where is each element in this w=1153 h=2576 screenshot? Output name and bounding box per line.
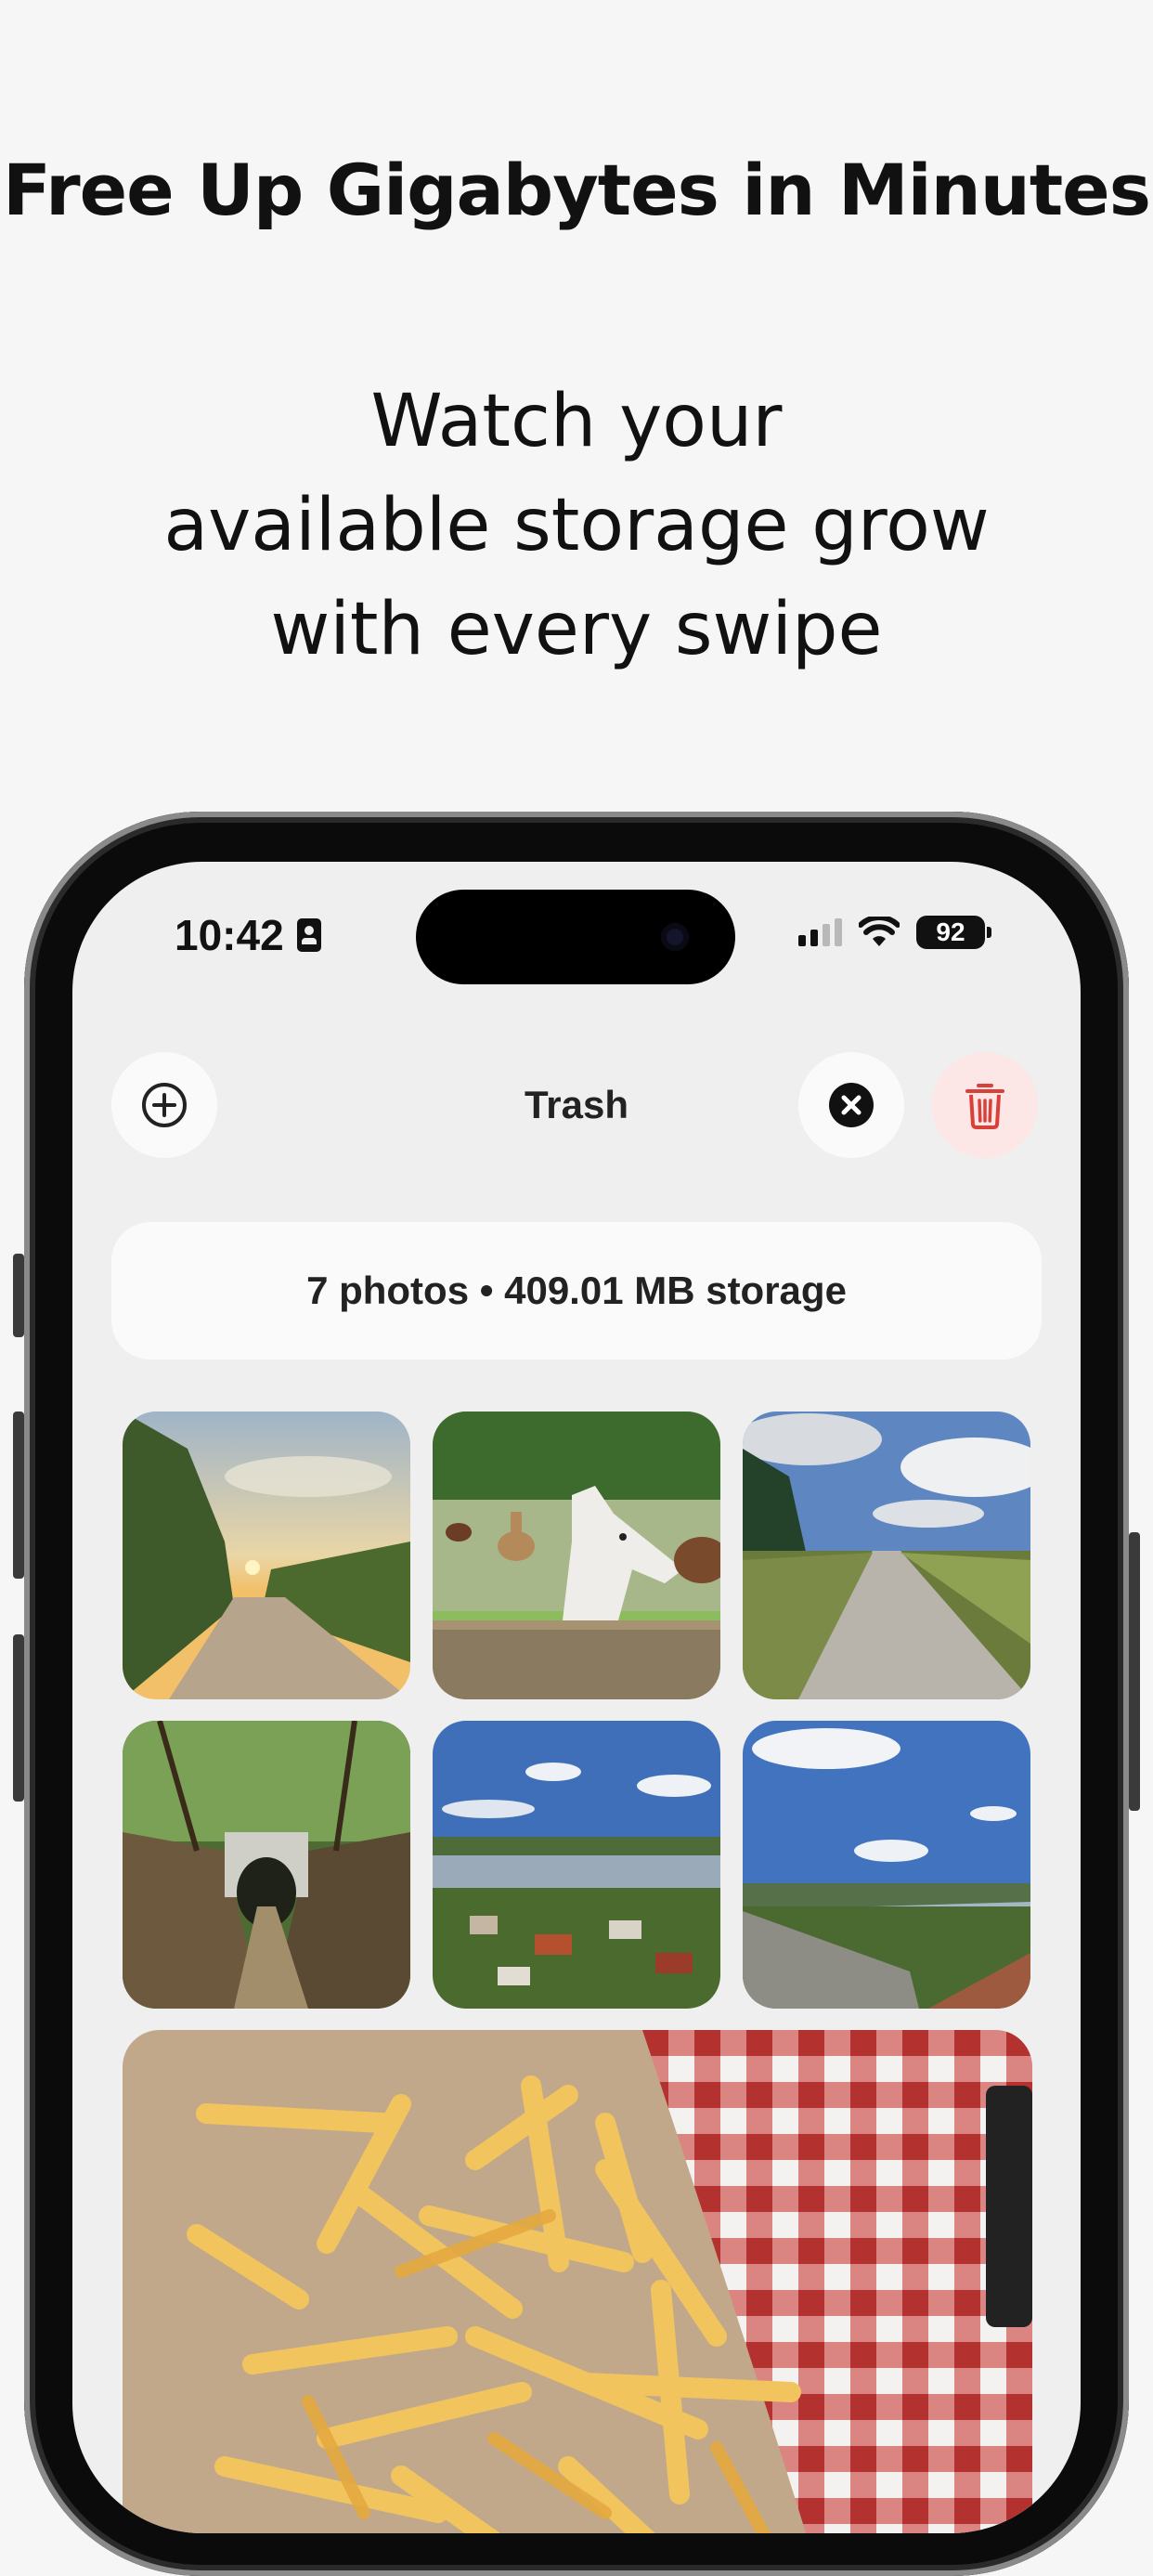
promo-subline-3: with every swipe <box>270 588 883 671</box>
cellular-signal-icon <box>798 918 842 946</box>
sunset-path-photo[interactable] <box>123 1412 410 1699</box>
phone-volume-down-button <box>13 1634 24 1802</box>
promo-subline: Watch your available storage grow with e… <box>0 370 1153 682</box>
battery-icon: 92 <box>916 916 991 949</box>
promo-subline-1: Watch your <box>370 380 783 463</box>
clear-trash-button[interactable] <box>798 1052 904 1158</box>
status-time-text: 10:42 <box>175 911 284 959</box>
trash-icon <box>965 1084 1004 1129</box>
camera-icon <box>661 923 689 951</box>
phone-power-button <box>1129 1532 1140 1811</box>
wifi-icon <box>859 917 900 946</box>
river-town-photo[interactable] <box>433 1721 720 2009</box>
dynamic-island <box>416 890 735 984</box>
delete-button[interactable] <box>932 1052 1038 1158</box>
phone-action-button <box>13 1254 24 1337</box>
storage-summary: 7 photos • 409.01 MB storage <box>111 1222 1042 1360</box>
alpacas-photo[interactable] <box>433 1412 720 1699</box>
phone-screen: 10:42 92 Trash 7 photos • 409.01 MB stor… <box>72 862 1081 2533</box>
battery-level: 92 <box>916 916 985 949</box>
promo-subline-2: available storage grow <box>163 484 990 567</box>
river-overlook-photo[interactable] <box>743 1721 1030 2009</box>
contact-card-icon <box>296 918 321 952</box>
cobblestone-road-photo[interactable] <box>743 1412 1030 1699</box>
french-fries-photo[interactable] <box>123 2030 1032 2533</box>
screen-title: Trash <box>524 1083 629 1126</box>
phone-volume-up-button <box>13 1412 24 1579</box>
status-indicators: 92 <box>798 916 991 949</box>
status-time: 10:42 <box>175 910 321 960</box>
close-circle-icon <box>829 1083 874 1127</box>
promo-headline: Free Up Gigabytes in Minutes <box>3 149 1151 231</box>
tunnel-ravine-photo[interactable] <box>123 1721 410 2009</box>
